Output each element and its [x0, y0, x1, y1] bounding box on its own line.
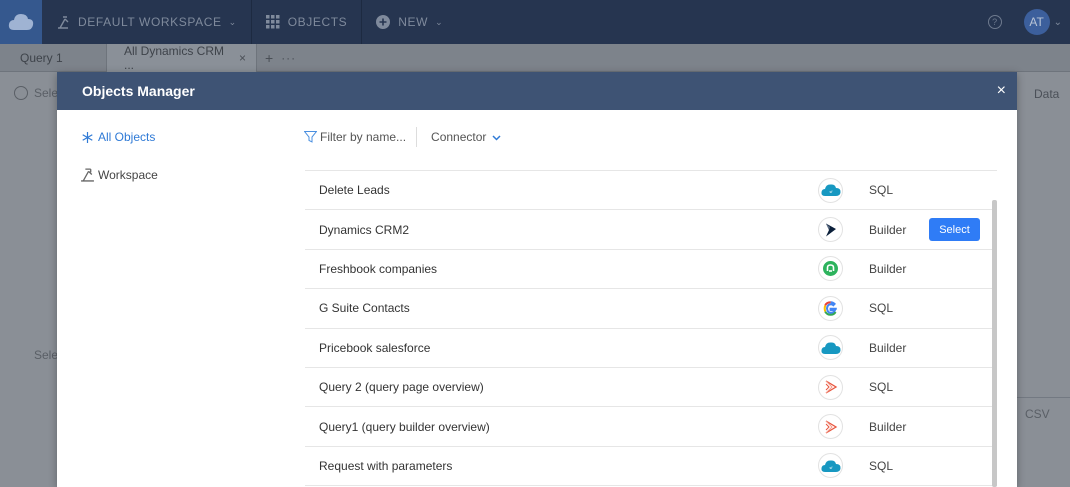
add-tab-icon[interactable]: + [257, 50, 281, 66]
connector-label: Connector [431, 130, 487, 144]
tab-label: Query 1 [20, 50, 63, 65]
list-item[interactable]: Pricebook salesforce Builder [305, 329, 997, 368]
object-name: Query 2 (query page overview) [319, 380, 484, 395]
salesforce-icon: sf [818, 453, 843, 479]
workspace-menu[interactable]: DEFAULT WORKSPACE ⌄ [42, 0, 251, 44]
sidebar-item-label: All Objects [98, 130, 156, 144]
tab-query-1[interactable]: Query 1 [0, 43, 107, 72]
divider [1017, 397, 1070, 398]
objects-manager-dialog: Objects Manager × All Objects Workspace … [57, 72, 1017, 487]
circle-icon [14, 86, 28, 100]
list-item[interactable]: Query1 (query builder overview) Builder [305, 407, 997, 447]
close-icon[interactable]: × [997, 83, 1006, 99]
list-item[interactable]: G Suite Contacts SQL [305, 289, 997, 329]
chevron-down-icon [492, 130, 501, 144]
dialog-header: Objects Manager × [57, 72, 1017, 110]
list-item[interactable]: Query 2 (query page overview) SQL [305, 368, 997, 408]
background-select: Sele [14, 86, 58, 100]
chevron-down-icon: ⌄ [435, 16, 444, 27]
object-name: Freshbook companies [319, 261, 438, 276]
query-tab-strip: Query 1 All Dynamics CRM ... × + ··· [0, 43, 1070, 72]
object-type: SQL [869, 458, 894, 473]
avatar-initials: AT [1029, 15, 1044, 29]
sidebar-item-workspace[interactable]: Workspace [79, 167, 158, 182]
object-type: Builder [869, 419, 907, 434]
objects-label: OBJECTS [287, 15, 348, 29]
chevron-down-icon[interactable]: ⌄ [1054, 17, 1062, 28]
top-bar-right: ? AT ⌄ [987, 0, 1070, 44]
connector-dropdown[interactable]: Connector [431, 130, 501, 144]
asterisk-icon [79, 131, 95, 143]
google-icon [818, 295, 843, 321]
skyvia-query-icon [818, 374, 843, 400]
avatar[interactable]: AT [1023, 9, 1050, 35]
workspace-label: DEFAULT WORKSPACE [78, 15, 222, 29]
filter-placeholder: Filter by name... [320, 130, 407, 144]
background-select-label: Sele [34, 86, 59, 100]
new-menu[interactable]: NEW ⌄ [362, 0, 457, 44]
list-item[interactable]: Delete Leads sf SQL [305, 171, 997, 211]
list-item[interactable]: Dynamics CRM2 Builder Select [305, 210, 997, 250]
background-csv-label: CSV [1025, 407, 1050, 421]
dialog-title: Objects Manager [82, 83, 195, 99]
grid-icon [265, 15, 280, 29]
help-glyph: ? [992, 17, 998, 27]
object-type: Builder [869, 261, 907, 276]
app-top-bar: DEFAULT WORKSPACE ⌄ OBJECTS NEW ⌄ ? AT ⌄ [0, 0, 1070, 44]
app-logo[interactable] [0, 0, 42, 44]
object-name: Request with parameters [319, 458, 453, 473]
sidebar-item-all-objects[interactable]: All Objects [79, 130, 155, 144]
chevron-down-icon: ⌄ [228, 16, 237, 27]
object-name: Pricebook salesforce [319, 340, 431, 355]
skyvia-query-icon [818, 414, 843, 440]
cloud-logo-icon [8, 14, 34, 30]
list-item[interactable]: Request with parameters sf SQL [305, 447, 997, 487]
filter-by-name-input[interactable]: Filter by name... [304, 127, 418, 147]
object-name: Query1 (query builder overview) [319, 419, 490, 434]
tab-label: All Dynamics CRM ... [124, 43, 225, 72]
object-type: SQL [869, 301, 894, 316]
more-icon[interactable]: ··· [281, 51, 296, 65]
object-name: Delete Leads [319, 183, 390, 198]
dialog-sidebar: All Objects Workspace [57, 110, 297, 487]
object-name: Dynamics CRM2 [319, 222, 410, 237]
close-icon[interactable]: × [239, 51, 246, 65]
object-type: Builder [869, 222, 907, 237]
workspace-icon [79, 167, 95, 182]
select-button[interactable]: Select [929, 218, 980, 242]
workspace-icon [58, 16, 69, 29]
tab-all-dynamics-crm[interactable]: All Dynamics CRM ... × [107, 43, 257, 72]
sidebar-item-label: Workspace [98, 167, 158, 182]
background-data-label: Data [1034, 87, 1060, 101]
salesforce-icon: sf [818, 177, 843, 203]
freshbooks-icon [818, 256, 843, 282]
filter-bar: Filter by name... Connector [304, 127, 501, 147]
object-name: G Suite Contacts [319, 301, 410, 316]
salesforce-icon [818, 335, 843, 361]
help-icon[interactable]: ? [987, 15, 1002, 29]
object-type: SQL [869, 380, 894, 395]
plus-circle-icon [376, 15, 391, 29]
filter-icon [304, 131, 317, 143]
objects-menu[interactable]: OBJECTS [252, 0, 362, 44]
new-label: NEW [398, 15, 429, 29]
object-type: SQL [869, 183, 894, 198]
object-type: Builder [869, 340, 907, 355]
dynamics-icon [818, 217, 843, 243]
list-item[interactable]: Freshbook companies Builder [305, 250, 997, 290]
objects-list: Delete Leads sf SQL Dynamics CRM2 Builde… [305, 170, 997, 487]
list-scrollbar[interactable] [992, 200, 997, 487]
